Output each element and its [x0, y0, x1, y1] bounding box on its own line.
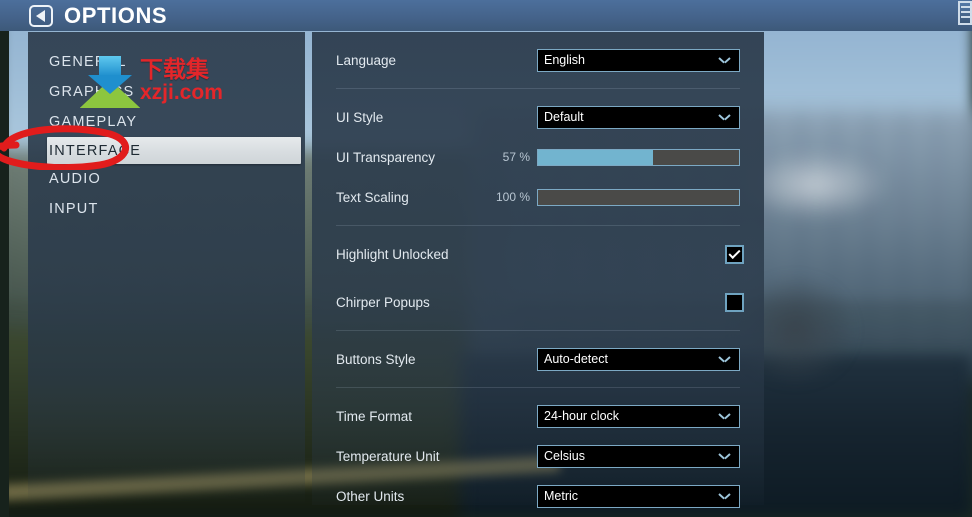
dropdown-value: 24-hour clock [544, 409, 620, 423]
dropdown-value: Celsius [544, 449, 585, 463]
language-dropdown[interactable]: English [537, 48, 740, 72]
setting-row-ui-transparency: UI Transparency 57 % [336, 137, 740, 177]
chevron-down-icon [719, 413, 730, 420]
back-arrow-icon[interactable] [29, 4, 53, 27]
other-units-dropdown[interactable]: Metric [537, 484, 740, 508]
settings-panel: Language English UI Style Default UI Tra… [312, 32, 764, 508]
chevron-down-icon [719, 453, 730, 460]
setting-label: Chirper Popups [336, 294, 430, 310]
chevron-down-icon [719, 57, 730, 64]
setting-label: UI Transparency [336, 149, 436, 165]
setting-label: Text Scaling [336, 189, 409, 205]
sidebar-item-graphics[interactable]: GRAPHICS [28, 77, 305, 107]
text-scaling-value: 100 % [495, 190, 530, 204]
sidebar-item-interface[interactable]: INTERFACE [47, 137, 301, 164]
setting-row-time-format: Time Format 24-hour clock [336, 396, 740, 436]
setting-row-text-scaling: Text Scaling 100 % [336, 177, 740, 217]
chevron-down-icon [719, 356, 730, 363]
sidebar-item-input[interactable]: INPUT [28, 194, 305, 224]
check-icon [728, 246, 741, 259]
dropdown-value: Auto-detect [544, 352, 608, 366]
sidebar-item-label: AUDIO [49, 171, 101, 187]
chevron-down-icon [719, 493, 730, 500]
text-scaling-slider[interactable] [537, 188, 740, 206]
setting-row-ui-style: UI Style Default [336, 97, 740, 137]
setting-label: Time Format [336, 408, 413, 424]
sidebar-item-audio[interactable]: AUDIO [28, 164, 305, 194]
sidebar-item-label: GENERAL [49, 54, 127, 70]
setting-row-chirper-popups: Chirper Popups [336, 282, 744, 322]
temperature-unit-dropdown[interactable]: Celsius [537, 444, 740, 468]
setting-row-other-units: Other Units Metric [336, 476, 740, 516]
sidebar-item-general[interactable]: GENERAL [28, 47, 305, 77]
slider-fill [538, 149, 653, 165]
background-left-edge [0, 0, 9, 517]
dropdown-value: Default [544, 110, 584, 124]
dropdown-value: Metric [544, 489, 579, 503]
sidebar-item-label: INTERFACE [49, 142, 142, 159]
setting-label: Highlight Unlocked [336, 246, 449, 262]
time-format-dropdown[interactable]: 24-hour clock [537, 404, 740, 428]
menu-icon[interactable] [958, 1, 972, 25]
ui-style-dropdown[interactable]: Default [537, 105, 740, 129]
setting-label: Temperature Unit [336, 448, 440, 464]
setting-row-buttons-style: Buttons Style Auto-detect [336, 339, 740, 379]
back-arrow-triangle [36, 9, 45, 22]
sidebar-item-label: GAMEPLAY [49, 114, 138, 130]
setting-label: Language [336, 52, 397, 68]
dropdown-value: English [544, 53, 585, 67]
setting-label: Buttons Style [336, 351, 416, 367]
buttons-style-dropdown[interactable]: Auto-detect [537, 347, 740, 371]
chevron-down-icon [719, 114, 730, 121]
sidebar-item-label: GRAPHICS [49, 84, 135, 100]
chirper-popups-checkbox[interactable] [725, 292, 744, 312]
setting-row-temperature-unit: Temperature Unit Celsius [336, 436, 740, 476]
options-header-bar: OPTIONS [0, 0, 972, 31]
highlight-unlocked-checkbox[interactable] [725, 244, 744, 264]
page-title: OPTIONS [64, 2, 168, 28]
sidebar-item-label: INPUT [49, 201, 99, 217]
setting-label: UI Style [336, 109, 384, 125]
options-category-sidebar: GENERAL GRAPHICS GAMEPLAY INTERFACE AUDI… [28, 32, 305, 505]
ui-transparency-value: 57 % [502, 150, 530, 164]
setting-row-language: Language English [336, 40, 740, 80]
setting-label: Other Units [336, 488, 405, 504]
menu-icon-lines [961, 6, 970, 8]
sidebar-item-gameplay[interactable]: GAMEPLAY [28, 107, 305, 137]
ui-transparency-slider[interactable] [537, 148, 740, 166]
setting-row-highlight-unlocked: Highlight Unlocked [336, 234, 744, 274]
